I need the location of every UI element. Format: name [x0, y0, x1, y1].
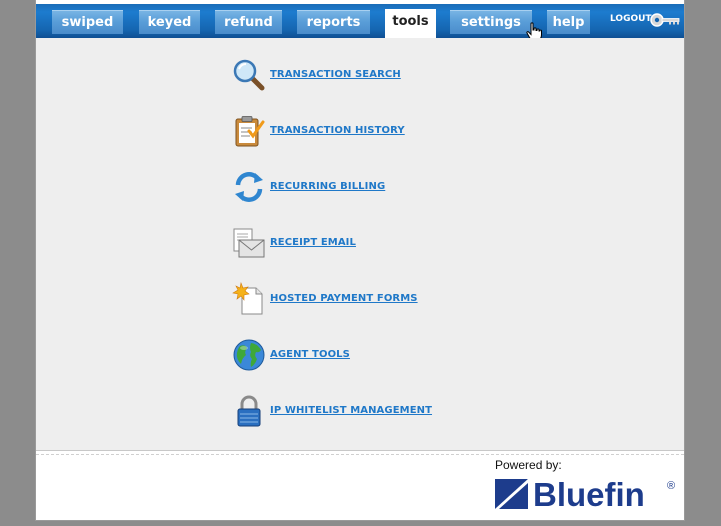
clipboard-check-icon — [235, 116, 265, 147]
tab-swiped[interactable]: swiped — [52, 10, 123, 34]
tool-link-transaction-search[interactable]: TRANSACTION SEARCH — [270, 69, 401, 80]
app-window: swiped keyed refund reports tools settin… — [35, 0, 685, 521]
logout-link[interactable]: LOGOUT — [610, 14, 652, 24]
magnifier-icon — [233, 59, 265, 91]
tool-link-agent-tools[interactable]: AGENT TOOLS — [270, 349, 350, 360]
tab-tools[interactable]: tools — [385, 9, 436, 38]
brand-name: Bluefin — [533, 476, 645, 511]
powered-by-label: Powered by: — [495, 458, 562, 472]
tool-link-transaction-history[interactable]: TRANSACTION HISTORY — [270, 125, 405, 136]
tool-link-recurring-billing[interactable]: RECURRING BILLING — [270, 181, 385, 192]
tool-item-ip-whitelist-management[interactable]: IP WHITELIST MANAGEMENT — [232, 394, 532, 430]
tool-item-transaction-history[interactable]: TRANSACTION HISTORY — [232, 114, 532, 150]
tab-settings[interactable]: settings — [450, 10, 532, 34]
tool-link-ip-whitelist-management[interactable]: IP WHITELIST MANAGEMENT — [270, 405, 432, 416]
globe-icon — [233, 339, 265, 371]
tab-reports[interactable]: reports — [297, 10, 370, 34]
tools-panel: TRANSACTION SEARCH TRANSACTION HISTORY R… — [36, 38, 684, 451]
tool-item-hosted-payment-forms[interactable]: HOSTED PAYMENT FORMS — [232, 282, 532, 318]
tool-link-hosted-payment-forms[interactable]: HOSTED PAYMENT FORMS — [270, 293, 418, 304]
registered-mark: ® — [667, 480, 675, 492]
new-document-icon — [232, 282, 263, 315]
footer: Powered by: Bluefin ® — [36, 451, 684, 520]
tool-item-recurring-billing[interactable]: RECURRING BILLING — [232, 170, 532, 206]
bluefin-logo: Bluefin ® — [495, 476, 675, 511]
tab-help[interactable]: help — [547, 10, 590, 34]
padlock-icon — [237, 395, 261, 427]
tool-item-transaction-search[interactable]: TRANSACTION SEARCH — [232, 58, 532, 94]
tab-keyed[interactable]: keyed — [139, 10, 200, 34]
envelope-document-icon — [233, 228, 265, 258]
tool-item-receipt-email[interactable]: RECEIPT EMAIL — [232, 226, 532, 262]
tool-link-receipt-email[interactable]: RECEIPT EMAIL — [270, 237, 356, 248]
footer-divider — [36, 454, 684, 455]
tool-item-agent-tools[interactable]: AGENT TOOLS — [232, 338, 532, 374]
tab-refund[interactable]: refund — [215, 10, 282, 34]
refresh-arrows-icon — [235, 172, 263, 202]
key-icon[interactable] — [649, 10, 681, 30]
main-nav: swiped keyed refund reports tools settin… — [36, 0, 684, 41]
